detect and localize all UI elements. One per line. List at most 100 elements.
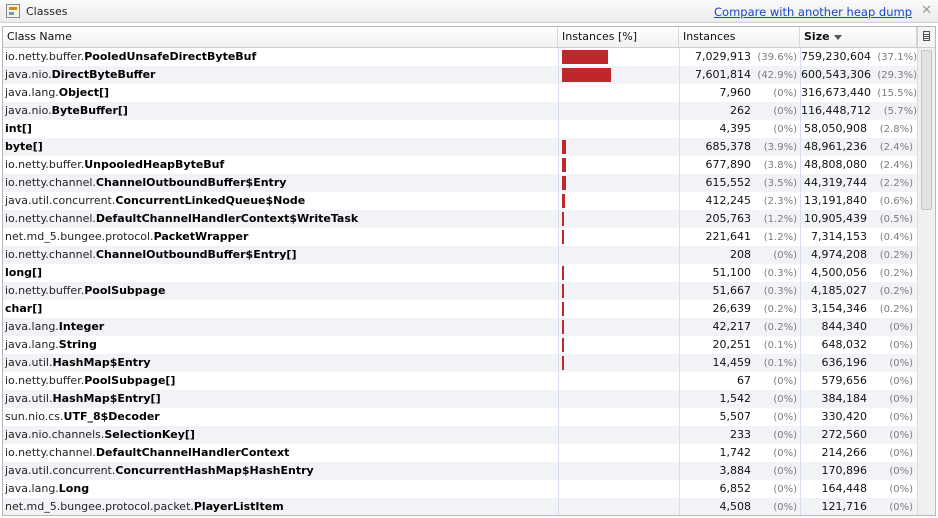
table-row[interactable]: io.netty.channel.DefaultChannelHandlerCo… — [3, 444, 917, 462]
instances-percent: (0%) — [773, 250, 797, 261]
instances-percent-cell — [558, 264, 679, 282]
instances-percent-cell — [558, 174, 679, 192]
size-percent: (0%) — [889, 484, 913, 495]
scrollbar-thumb[interactable] — [921, 50, 932, 210]
instances-percent: (0%) — [773, 448, 797, 459]
table-row[interactable]: java.lang.Long 6,852 (0%) 164,448 (0%) — [3, 480, 917, 498]
instances-percent: (0.2%) — [763, 304, 797, 315]
table-row[interactable]: java.lang.String 20,251 (0.1%) 648,032 (0%) — [3, 336, 917, 354]
table-row[interactable]: io.netty.channel.ChannelOutboundBuffer$E… — [3, 246, 917, 264]
size-value: 121,716 — [821, 500, 868, 513]
vertical-scrollbar[interactable] — [917, 48, 935, 515]
view-title: Classes — [26, 5, 68, 18]
size-cell: 579,656 (0%) — [800, 372, 917, 390]
column-header-size[interactable]: Size — [800, 27, 917, 47]
package-name: java.lang. — [5, 320, 59, 333]
table-row[interactable]: java.util.concurrent.ConcurrentHashMap$H… — [3, 462, 917, 480]
table-row[interactable]: io.netty.buffer.UnpooledHeapByteBuf 677,8… — [3, 156, 917, 174]
instances-value: 7,601,814 — [695, 68, 751, 81]
instances-value: 262 — [730, 104, 751, 117]
class-simple-name: UnpooledHeapByteBuf — [84, 158, 225, 171]
instances-percent-bar — [562, 284, 564, 298]
size-value: 48,961,236 — [804, 140, 867, 153]
instances-percent: (0.1%) — [763, 340, 797, 351]
class-name-cell: io.netty.buffer.UnpooledHeapByteBuf — [3, 156, 558, 174]
size-percent: (0.2%) — [879, 268, 913, 279]
table-row[interactable]: char[] 26,639 (0.2%) 3,154,346 (0.2%) — [3, 300, 917, 318]
table-row[interactable]: java.lang.Object[] 7,960 (0%) 316,673,440 (1… — [3, 84, 917, 102]
table-row[interactable]: java.util.concurrent.ConcurrentLinkedQue… — [3, 192, 917, 210]
instances-percent-cell — [558, 192, 679, 210]
instances-percent: (0%) — [773, 466, 797, 477]
class-name-cell: java.nio.DirectByteBuffer — [3, 66, 558, 84]
instances-cell: 4,508 (0%) — [679, 498, 800, 515]
size-cell: 13,191,840 (0.6%) — [800, 192, 917, 210]
class-simple-name: ChannelOutboundBuffer$Entry[] — [95, 248, 297, 261]
classes-view-icon — [6, 4, 20, 18]
instances-value: 3,884 — [719, 464, 752, 477]
instances-percent-bar — [562, 176, 566, 190]
instances-percent-bar — [562, 356, 564, 370]
column-chooser-icon[interactable] — [917, 27, 935, 47]
table-row[interactable]: io.netty.channel.ChannelOutboundBuffer$E… — [3, 174, 917, 192]
instances-value: 67 — [737, 374, 751, 387]
compare-heap-dump-link[interactable]: Compare with another heap dump — [714, 5, 912, 19]
table-row[interactable]: java.util.HashMap$Entry 14,459 (0.1%) 636,1… — [3, 354, 917, 372]
instances-percent-cell — [558, 48, 679, 66]
table-row[interactable]: io.netty.buffer.PoolSubpage[] 67 (0%) 579,6… — [3, 372, 917, 390]
table-row[interactable]: int[] 4,395 (0%) 58,050,908 (2.8%) — [3, 120, 917, 138]
instances-value: 6,852 — [719, 482, 752, 495]
instances-cell: 14,459 (0.1%) — [679, 354, 800, 372]
class-simple-name: Object[] — [58, 86, 110, 99]
table-row[interactable]: long[] 51,100 (0.3%) 4,500,056 (0.2%) — [3, 264, 917, 282]
close-icon[interactable]: ✕ — [921, 3, 932, 18]
table-row[interactable]: io.netty.buffer.PooledUnsafeDirectByteBu… — [3, 48, 917, 66]
instances-cell: 262 (0%) — [679, 102, 800, 120]
instances-percent: (0%) — [773, 106, 797, 117]
instances-value: 1,542 — [719, 392, 752, 405]
table-row[interactable]: io.netty.channel.DefaultChannelHandlerCo… — [3, 210, 917, 228]
column-header-label: Instances — [683, 30, 736, 43]
class-name-cell: java.lang.String — [3, 336, 558, 354]
class-simple-name: ConcurrentHashMap$HashEntry — [115, 464, 314, 477]
table-row[interactable]: java.nio.channels.SelectionKey[] 233 (0%) 2… — [3, 426, 917, 444]
size-value: 600,543,306 — [801, 68, 871, 81]
size-percent: (15.5%) — [877, 88, 917, 99]
instances-cell: 7,960 (0%) — [679, 84, 800, 102]
instances-cell: 51,667 (0.3%) — [679, 282, 800, 300]
package-name: java.nio. — [5, 68, 52, 81]
table-row[interactable]: java.nio.DirectByteBuffer 7,601,814 (42.9%… — [3, 66, 917, 84]
size-value: 648,032 — [821, 338, 868, 351]
instances-percent-bar — [562, 338, 564, 352]
table-row[interactable]: sun.nio.cs.UTF_8$Decoder 5,507 (0%) 330,420… — [3, 408, 917, 426]
instances-value: 412,245 — [705, 194, 752, 207]
instances-percent: (0.3%) — [763, 268, 797, 279]
size-value: 7,314,153 — [811, 230, 867, 243]
table-row[interactable]: net.md_5.bungee.protocol.PacketWrapper 22… — [3, 228, 917, 246]
size-percent: (0.5%) — [879, 214, 913, 225]
instances-percent: (1.2%) — [763, 214, 797, 225]
size-percent: (0.6%) — [879, 196, 913, 207]
class-simple-name: DefaultChannelHandlerContext$WriteTask — [95, 212, 359, 225]
size-value: 3,154,346 — [811, 302, 867, 315]
column-header-class-name[interactable]: Class Name — [3, 27, 558, 47]
size-percent: (2.4%) — [879, 160, 913, 171]
table-row[interactable]: byte[] 685,378 (3.9%) 48,961,236 (2.4%) — [3, 138, 917, 156]
size-value: 579,656 — [821, 374, 868, 387]
column-header-instances[interactable]: Instances — [679, 27, 800, 47]
package-name: io.netty.buffer. — [5, 50, 85, 63]
instances-percent-cell — [558, 390, 679, 408]
table-row[interactable]: java.nio.ByteBuffer[] 262 (0%) 116,448,712 (… — [3, 102, 917, 120]
class-simple-name: byte[] — [5, 140, 43, 153]
table-row[interactable]: java.util.HashMap$Entry[] 1,542 (0%) 384,18… — [3, 390, 917, 408]
instances-cell: 1,742 (0%) — [679, 444, 800, 462]
column-header-instances-percent[interactable]: Instances [%] — [558, 27, 679, 47]
table-row[interactable]: io.netty.buffer.PoolSubpage 51,667 (0.3%) 4… — [3, 282, 917, 300]
size-cell: 116,448,712 (5.7%) — [800, 102, 917, 120]
instances-value: 20,251 — [712, 338, 752, 351]
table-row[interactable]: java.lang.Integer 42,217 (0.2%) 844,340 (0%) — [3, 318, 917, 336]
instances-cell: 6,852 (0%) — [679, 480, 800, 498]
instances-cell: 412,245 (2.3%) — [679, 192, 800, 210]
table-row[interactable]: net.md_5.bungee.protocol.packet.PlayerLi… — [3, 498, 917, 515]
package-name: io.netty.channel. — [5, 212, 96, 225]
